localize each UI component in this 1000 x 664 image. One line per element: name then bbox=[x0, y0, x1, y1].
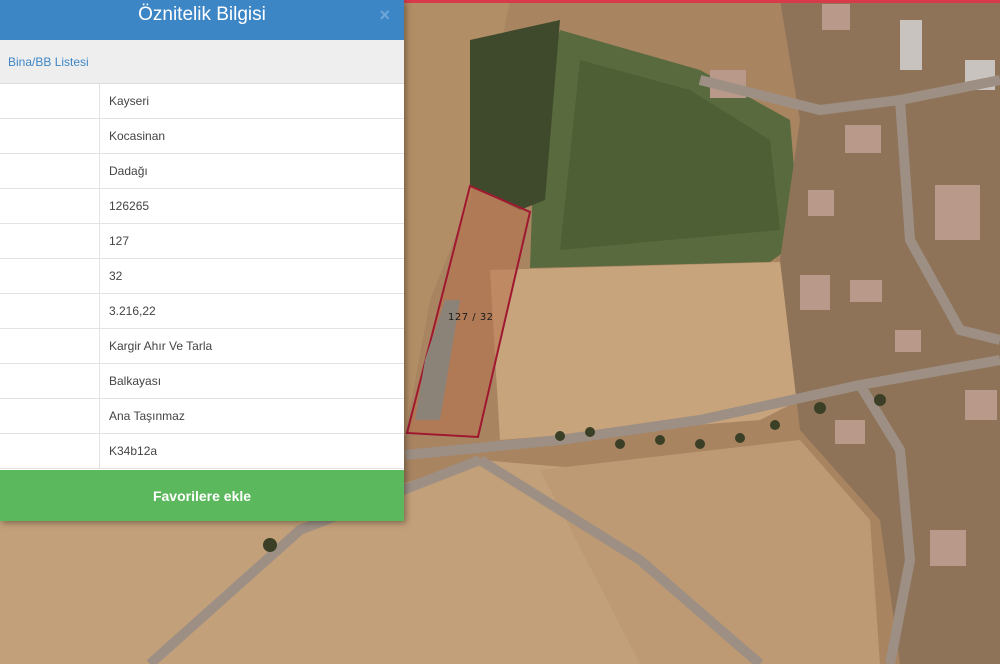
attribute-value: 3.216,22 bbox=[109, 304, 156, 318]
attribute-key-cell bbox=[0, 364, 100, 398]
table-row: Dadağı bbox=[0, 154, 404, 189]
attribute-key-cell bbox=[0, 399, 100, 433]
table-row: Ana Taşınmaz bbox=[0, 399, 404, 434]
attribute-value: 126265 bbox=[109, 199, 150, 213]
attribute-value: 32 bbox=[109, 269, 123, 283]
table-row: 127 bbox=[0, 224, 404, 259]
parcel-label: 127 / 32 bbox=[448, 312, 494, 323]
attribute-key-cell bbox=[0, 294, 100, 328]
add-favorite-button[interactable]: Favorilere ekle bbox=[0, 470, 404, 521]
attribute-key-cell bbox=[0, 434, 100, 468]
attribute-value: Ana Taşınmaz bbox=[109, 409, 185, 423]
attribute-value: Kocasinan bbox=[109, 129, 166, 143]
table-row: K34b12a bbox=[0, 434, 404, 469]
attribute-value: Kayseri bbox=[109, 94, 150, 108]
table-row: Balkayası bbox=[0, 364, 404, 399]
attribute-value: 127 bbox=[109, 234, 130, 248]
attribute-key-cell bbox=[0, 84, 100, 118]
attribute-value: Dadağı bbox=[109, 164, 148, 178]
attribute-value: K34b12a bbox=[109, 444, 158, 458]
attribute-table: Kayseri Kocasinan Dadağı 126265 127 32 3… bbox=[0, 84, 404, 469]
table-row: Kocasinan bbox=[0, 119, 404, 154]
attribute-key-cell bbox=[0, 259, 100, 293]
table-row: 32 bbox=[0, 259, 404, 294]
attribute-key-cell bbox=[0, 224, 100, 258]
attribute-value: Balkayası bbox=[109, 374, 162, 388]
panel-header: Öznitelik Bilgisi × bbox=[0, 0, 404, 40]
attribute-key-cell bbox=[0, 119, 100, 153]
building-list-link[interactable]: Bina/BB Listesi bbox=[8, 55, 89, 69]
table-row: Kayseri bbox=[0, 84, 404, 119]
attribute-key-cell bbox=[0, 329, 100, 363]
tree-line bbox=[470, 20, 560, 210]
attribute-key-cell bbox=[0, 189, 100, 223]
attribute-key-cell bbox=[0, 154, 100, 188]
table-row: 126265 bbox=[0, 189, 404, 224]
close-icon[interactable]: × bbox=[379, 5, 390, 26]
attribute-value: Kargir Ahır Ve Tarla bbox=[109, 339, 213, 353]
list-bar: Bina/BB Listesi bbox=[0, 40, 404, 84]
table-row: Kargir Ahır Ve Tarla bbox=[0, 329, 404, 364]
panel-title: Öznitelik Bilgisi bbox=[138, 4, 266, 25]
table-row: 3.216,22 bbox=[0, 294, 404, 329]
attribute-panel: Öznitelik Bilgisi × Bina/BB Listesi Kays… bbox=[0, 0, 404, 521]
